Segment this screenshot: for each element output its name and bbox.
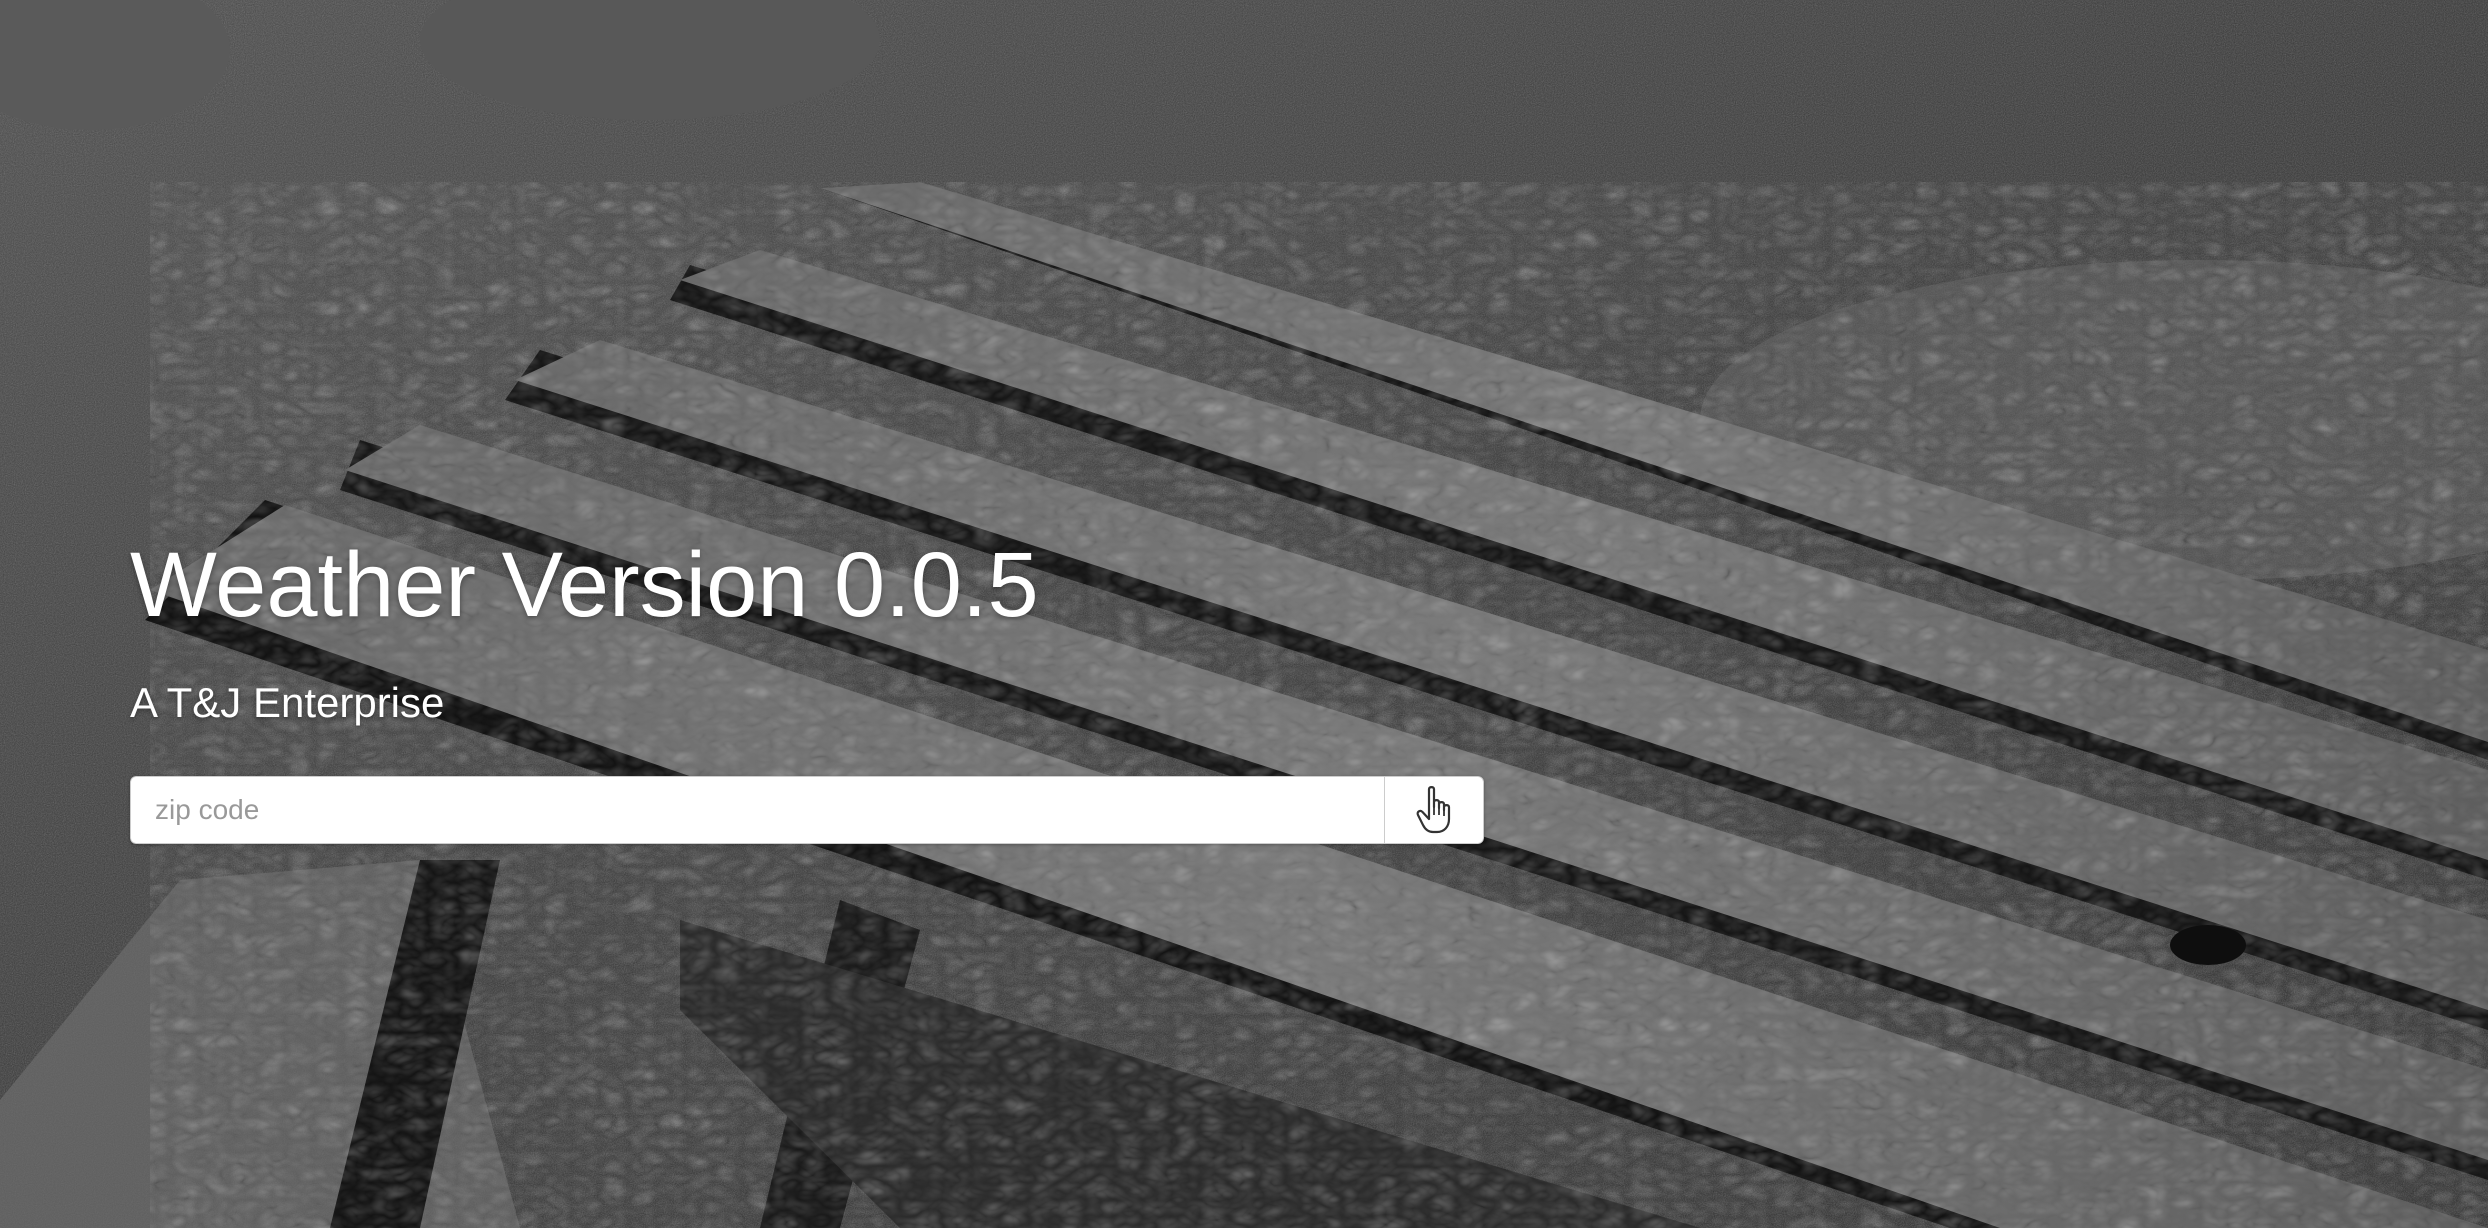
zip-search-form <box>130 776 1484 844</box>
pointing-hand-icon <box>1416 786 1451 834</box>
page-subtitle: A T&J Enterprise <box>130 679 445 726</box>
zip-code-input[interactable] <box>130 776 1384 844</box>
submit-button[interactable] <box>1384 776 1484 844</box>
hero: Weather Version 0.0.5 A T&J Enterprise <box>130 530 1530 844</box>
page: Weather Version 0.0.5 A T&J Enterprise <box>0 0 2488 1228</box>
page-title: Weather Version 0.0.5 <box>130 534 1039 636</box>
